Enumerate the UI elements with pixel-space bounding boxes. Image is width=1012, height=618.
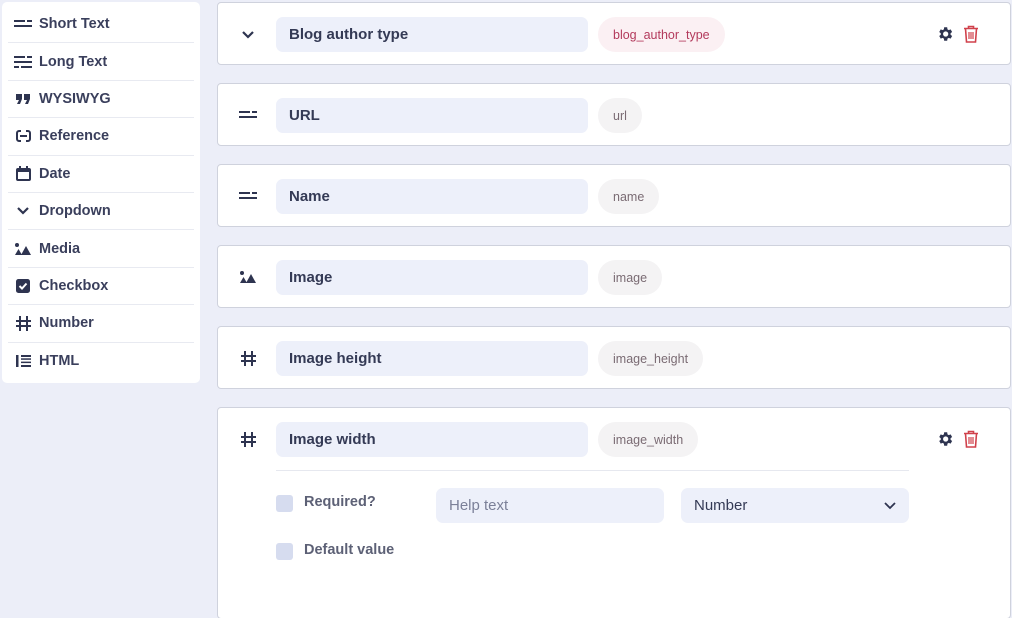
number-type-select[interactable]: Number: [681, 488, 909, 523]
sidebar-item-long-text[interactable]: Long Text: [8, 43, 194, 81]
gear-icon: [939, 432, 953, 446]
short-text-icon: [14, 17, 32, 31]
field-card: name: [217, 164, 1011, 227]
settings-button[interactable]: [936, 24, 954, 44]
sidebar-item-short-text[interactable]: Short Text: [8, 6, 194, 44]
default-value-checkbox[interactable]: [276, 543, 293, 560]
field-name-input[interactable]: [276, 422, 588, 457]
short-text-icon: [238, 106, 258, 124]
short-text-icon: [238, 187, 258, 205]
field-key-badge: image_height: [598, 341, 704, 376]
image-icon: [238, 268, 258, 286]
field-card: url: [217, 83, 1011, 146]
delete-button[interactable]: [962, 24, 980, 44]
list-icon: [14, 354, 32, 368]
calendar-icon: [14, 166, 32, 182]
field-name-input[interactable]: [276, 179, 588, 214]
hash-icon: [14, 315, 32, 331]
sidebar-item-date[interactable]: Date: [8, 156, 194, 193]
trash-icon: [964, 430, 978, 448]
trash-icon: [964, 25, 978, 43]
required-label: Required?: [304, 494, 376, 510]
field-name-input[interactable]: [276, 17, 588, 52]
field-card: blog_author_type: [217, 2, 1011, 65]
delete-button[interactable]: [962, 429, 980, 449]
field-card: image_height: [217, 326, 1011, 389]
gear-icon: [939, 27, 953, 41]
field-key-badge: name: [598, 179, 660, 214]
quote-icon: [14, 92, 32, 106]
settings-button[interactable]: [936, 429, 954, 449]
field-card: image: [217, 245, 1011, 308]
field-card-expanded: image_width Required? Number Default val…: [217, 407, 1011, 618]
field-name-input[interactable]: [276, 98, 588, 133]
hash-icon: [238, 430, 258, 448]
sidebar-item-wysiwyg[interactable]: WYSIWYG: [8, 81, 194, 119]
checkbox-icon: [14, 278, 32, 293]
link-icon: [14, 129, 32, 143]
sidebar-item-html[interactable]: HTML: [8, 343, 194, 380]
sidebar-item-reference[interactable]: Reference: [8, 118, 194, 156]
chevron-down-icon: [884, 501, 896, 509]
image-icon: [14, 242, 32, 256]
sidebar-item-media[interactable]: Media: [8, 230, 194, 268]
chevron-down-icon: [14, 204, 32, 218]
sidebar-item-number[interactable]: Number: [8, 305, 194, 343]
field-key-badge: blog_author_type: [598, 17, 725, 52]
number-type-select-value: Number: [694, 497, 748, 514]
hash-icon: [238, 349, 258, 367]
required-checkbox[interactable]: [276, 495, 293, 512]
field-type-palette: Short Text Long Text WYSIWYG Reference D…: [2, 2, 200, 383]
help-text-input[interactable]: [436, 488, 664, 523]
field-name-input[interactable]: [276, 341, 588, 376]
sidebar-item-dropdown[interactable]: Dropdown: [8, 193, 194, 231]
long-text-icon: [14, 55, 32, 69]
field-key-badge: image: [598, 260, 663, 295]
field-key-badge: url: [598, 98, 642, 133]
sidebar-item-checkbox[interactable]: Checkbox: [8, 268, 194, 306]
field-name-input[interactable]: [276, 260, 588, 295]
default-value-label: Default value: [304, 542, 395, 558]
divider: [276, 470, 909, 471]
chevron-down-icon[interactable]: [238, 26, 258, 44]
field-key-badge: image_width: [598, 422, 699, 457]
